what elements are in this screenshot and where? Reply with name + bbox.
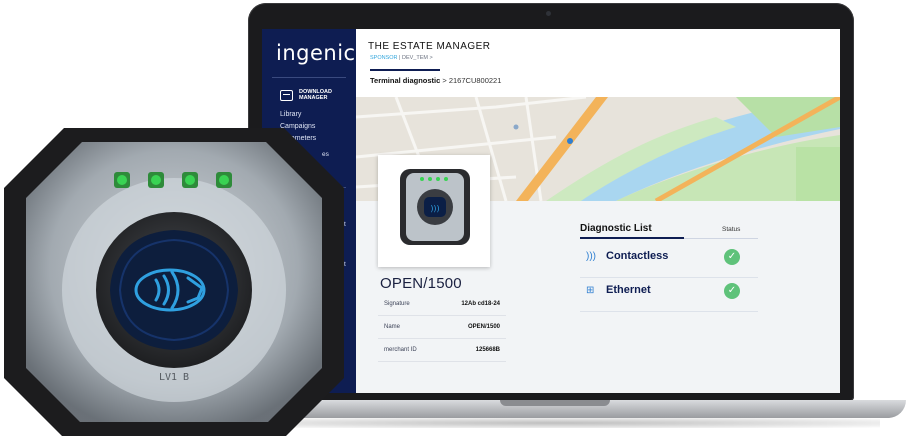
hardware-model-label: LV1 B: [159, 372, 189, 383]
table-row: Signature 12Ab cd18-24: [378, 293, 506, 316]
device-name: OPEN/1500: [380, 275, 462, 292]
laptop-screen: ingenico DOWNLOAD MANAGER Library Campai…: [262, 29, 840, 393]
terminal-graphic: LV1 B: [4, 128, 344, 436]
header-accent-line: [580, 237, 684, 239]
status-ok-icon: ✓: [724, 283, 740, 299]
svg-text:))): ))): [430, 204, 439, 213]
row-value: 12Ab cd18-24: [461, 301, 500, 307]
diagnostic-row-contactless[interactable]: ))) Contactless ✓: [580, 243, 758, 278]
page-title: Terminal diagnostic > 2167CU800221: [370, 76, 501, 85]
payment-terminal-device: LV1 B: [4, 128, 344, 436]
sidebar-section-label: DOWNLOAD MANAGER: [299, 89, 332, 101]
diagnostic-row-ethernet[interactable]: ⊞ Ethernet ✓: [580, 277, 758, 312]
row-label: merchant ID: [384, 347, 417, 353]
terminal-serial: > 2167CU800221: [440, 76, 502, 85]
active-tab-indicator: [370, 69, 440, 71]
row-label: Signature: [384, 301, 410, 307]
laptop-hinge-notch: [500, 400, 610, 406]
device-photo-card: ))): [378, 155, 490, 267]
ethernet-icon: ⊞: [586, 285, 595, 296]
sidebar-section-download-manager[interactable]: DOWNLOAD MANAGER: [280, 89, 339, 101]
table-row: Name OPEN/1500: [378, 316, 506, 339]
app-title: THE ESTATE MANAGER: [368, 41, 491, 52]
breadcrumb-sponsor[interactable]: SPONSOR: [370, 55, 398, 61]
device-info-table: Signature 12Ab cd18-24 Name OPEN/1500 me…: [378, 293, 506, 362]
webcam: [546, 11, 551, 16]
breadcrumb-path[interactable]: | DEV_TEM >: [398, 55, 433, 61]
table-row: merchant ID 125668B: [378, 339, 506, 362]
sidebar-item-partial[interactable]: t: [344, 221, 346, 228]
sidebar-item-library[interactable]: Library: [280, 111, 316, 118]
breadcrumb[interactable]: SPONSOR | DEV_TEM >: [370, 55, 433, 61]
row-label: Name: [384, 324, 401, 330]
download-manager-icon: [280, 89, 293, 101]
status-ok-icon: ✓: [724, 249, 740, 265]
device-photo: ))): [400, 169, 470, 245]
page-header: THE ESTATE MANAGER SPONSOR | DEV_TEM > T…: [356, 29, 840, 97]
status-column-header: Status: [722, 226, 741, 233]
sidebar-divider: [272, 77, 346, 78]
diagnostic-list-title: Diagnostic List: [580, 223, 652, 234]
diagnostic-name: Ethernet: [606, 284, 651, 296]
diagnostic-name: Contactless: [606, 250, 669, 262]
brand-logo[interactable]: ingenico: [276, 41, 369, 65]
row-value: 125668B: [475, 347, 500, 353]
contactless-icon: ))): [586, 251, 596, 262]
sidebar-item-partial[interactable]: t: [344, 261, 346, 268]
page-heading: Terminal diagnostic: [370, 76, 441, 85]
row-value: OPEN/1500: [467, 324, 500, 330]
